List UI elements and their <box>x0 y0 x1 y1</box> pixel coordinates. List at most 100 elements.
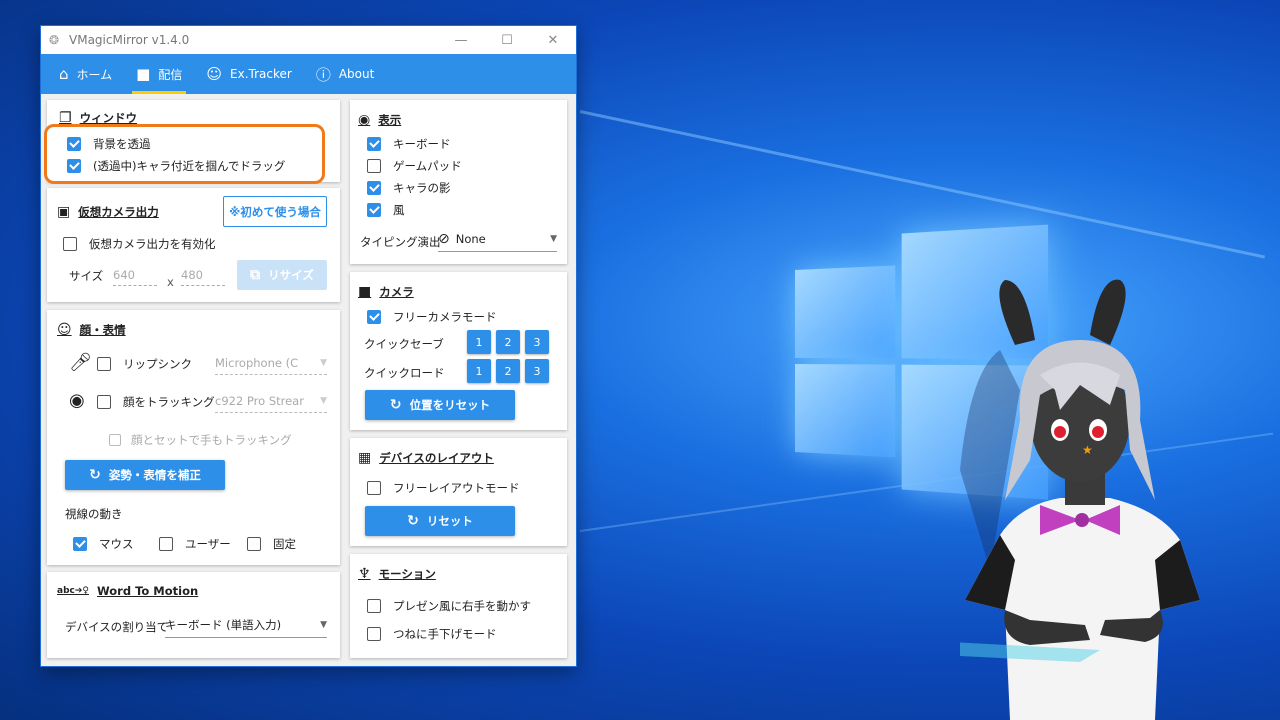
face-icon: ☺ <box>57 322 72 338</box>
word-to-motion-icon: abc➔♀ <box>57 586 89 596</box>
word-to-motion-card: abc➔♀ Word To Motion デバイスの割り当て キーボード (単語入… <box>47 572 340 658</box>
gaze-fixed-radio[interactable]: 固定 <box>247 536 296 552</box>
presentation-hand-checkbox[interactable]: プレゼン風に右手を動かす <box>367 598 531 614</box>
tab-label: About <box>338 67 375 81</box>
card-title: ■ カメラ <box>358 284 414 300</box>
close-button[interactable]: ✕ <box>530 26 576 54</box>
chevron-down-icon: ▼ <box>550 234 557 244</box>
checkbox-unchecked[interactable] <box>367 481 381 495</box>
hand-tracking-checkbox[interactable]: 顔とセットで手もトラッキング <box>109 432 292 448</box>
checkbox-unchecked[interactable] <box>367 627 381 641</box>
resize-button[interactable]: ⧉ リサイズ <box>237 260 327 290</box>
gaze-label: 視線の動き <box>65 507 123 521</box>
gaze-user-radio[interactable]: ユーザー <box>159 536 231 552</box>
quick-save-label: クイックセーブ <box>364 337 444 351</box>
tab-label: Ex.Tracker <box>230 67 292 81</box>
hands-down-checkbox[interactable]: つねに手下げモード <box>367 626 497 642</box>
tab-bar: ⌂ ホーム ■ 配信 ☺ Ex.Tracker ⓘ About <box>41 54 576 94</box>
free-layout-checkbox[interactable]: フリーレイアウトモード <box>367 480 520 496</box>
tab-label: ホーム <box>76 67 113 82</box>
size-label: サイズ <box>69 269 104 283</box>
checkbox-disabled[interactable] <box>109 434 121 446</box>
camera-card: ■ カメラ フリーカメラモード クイックセーブ 1 2 3 クイックロード 1 2… <box>350 272 567 430</box>
quick-load-2-button[interactable]: 2 <box>496 359 520 383</box>
gamepad-checkbox[interactable]: ゲームパッド <box>367 158 462 174</box>
checkbox-unchecked[interactable] <box>159 537 173 551</box>
card-title: ☺ 顔・表情 <box>57 322 126 338</box>
layout-grid-icon: ▦ <box>358 450 372 466</box>
quick-save-1-button[interactable]: 1 <box>467 330 491 354</box>
microphone-select[interactable]: Microphone (C ▼ <box>215 356 327 375</box>
face-tracking-checkbox[interactable]: 顔をトラッキング <box>97 394 215 410</box>
wind-checkbox[interactable]: 風 <box>367 202 405 218</box>
video-camera-icon: ■ <box>136 65 151 83</box>
checkbox-unchecked[interactable] <box>97 357 111 371</box>
video-camera-icon: ■ <box>358 284 372 300</box>
microphone-icon: 🎤︎ <box>69 352 92 373</box>
webcam-select[interactable]: c922 Pro Strear ▼ <box>215 394 327 413</box>
checkbox-unchecked[interactable] <box>97 395 111 409</box>
resize-icon: ⧉ <box>250 267 261 283</box>
home-icon: ⌂ <box>59 65 69 83</box>
height-input[interactable]: 480 <box>181 268 225 286</box>
device-assign-select[interactable]: キーボード (単語入力) ▼ <box>165 617 327 638</box>
lipsync-checkbox[interactable]: リップシンク <box>97 356 192 372</box>
virtual-camera-card: ▣ 仮想カメラ出力 ※初めて使う場合 仮想カメラ出力を有効化 サイズ 640 x … <box>47 188 340 302</box>
width-input[interactable]: 640 <box>113 268 157 286</box>
tab-about[interactable]: ⓘ About <box>304 54 387 94</box>
checkbox-checked[interactable] <box>367 310 381 324</box>
quick-save-3-button[interactable]: 3 <box>525 330 549 354</box>
vrm-avatar-character[interactable]: ★ <box>960 270 1220 720</box>
title-bar[interactable]: ❂ VMagicMirror v1.4.0 — ☐ ✕ <box>41 26 576 54</box>
quick-load-1-button[interactable]: 1 <box>467 359 491 383</box>
keyboard-checkbox[interactable]: キーボード <box>367 136 451 152</box>
highlight-annotation <box>44 124 325 184</box>
quick-load-3-button[interactable]: 3 <box>525 359 549 383</box>
reset-layout-button[interactable]: ↻ リセット <box>365 506 515 536</box>
card-title: ◉ 表示 <box>358 112 402 128</box>
card-title: ▦ デバイスのレイアウト <box>358 450 494 466</box>
minimize-button[interactable]: — <box>438 26 484 54</box>
refresh-icon: ↻ <box>407 513 419 529</box>
checkbox-checked[interactable] <box>367 181 381 195</box>
checkbox-checked[interactable] <box>367 137 381 151</box>
calibrate-button[interactable]: ↻ 姿勢・表情を補正 <box>65 460 225 490</box>
card-title: ♆ モーション <box>358 566 436 582</box>
refresh-icon: ↻ <box>89 467 101 483</box>
app-window: ❂ VMagicMirror v1.4.0 — ☐ ✕ ⌂ ホーム ■ 配信 ☺ Ex… <box>41 26 576 666</box>
checkbox-checked[interactable] <box>73 537 87 551</box>
motion-card: ♆ モーション プレゼン風に右手を動かす つねに手下げモード <box>350 554 567 658</box>
svg-text:★: ★ <box>1082 443 1093 457</box>
eye-off-icon: ⊘ <box>438 231 450 247</box>
face-scan-icon: ☺ <box>206 65 223 83</box>
tab-ex-tracker[interactable]: ☺ Ex.Tracker <box>194 54 303 94</box>
tab-streaming[interactable]: ■ 配信 <box>124 54 194 94</box>
quick-load-label: クイックロード <box>364 366 445 380</box>
x-separator: x <box>167 275 174 289</box>
card-title: abc➔♀ Word To Motion <box>57 584 199 598</box>
chevron-down-icon: ▼ <box>320 396 327 406</box>
first-time-guide-button[interactable]: ※初めて使う場合 <box>223 196 327 227</box>
typing-effect-select[interactable]: ⊘ None ▼ <box>438 231 557 252</box>
shadow-checkbox[interactable]: キャラの影 <box>367 180 451 196</box>
checkbox-unchecked[interactable] <box>63 237 77 251</box>
device-layout-card: ▦ デバイスのレイアウト フリーレイアウトモード ↻ リセット <box>350 438 567 546</box>
maximize-button[interactable]: ☐ <box>484 26 530 54</box>
checkbox-unchecked[interactable] <box>367 159 381 173</box>
checkbox-unchecked[interactable] <box>367 599 381 613</box>
free-camera-checkbox[interactable]: フリーカメラモード <box>367 309 497 325</box>
reset-position-button[interactable]: ↻ 位置をリセット <box>365 390 515 420</box>
enable-virtual-camera-checkbox[interactable]: 仮想カメラ出力を有効化 <box>63 236 216 252</box>
quick-save-2-button[interactable]: 2 <box>496 330 520 354</box>
tab-home[interactable]: ⌂ ホーム <box>47 54 124 94</box>
camera-person-icon: ▣ <box>57 204 71 220</box>
checkbox-unchecked[interactable] <box>247 537 261 551</box>
person-arms-up-icon: ♆ <box>358 566 371 582</box>
typing-effect-label: タイピング演出 <box>360 235 441 249</box>
webcam-icon: ◉ <box>69 390 85 411</box>
gaze-mouse-radio[interactable]: マウス <box>73 536 134 552</box>
refresh-icon: ↻ <box>389 397 402 413</box>
checkbox-checked[interactable] <box>367 203 381 217</box>
tab-label: 配信 <box>158 67 183 82</box>
app-logo-icon: ❂ <box>49 33 60 47</box>
